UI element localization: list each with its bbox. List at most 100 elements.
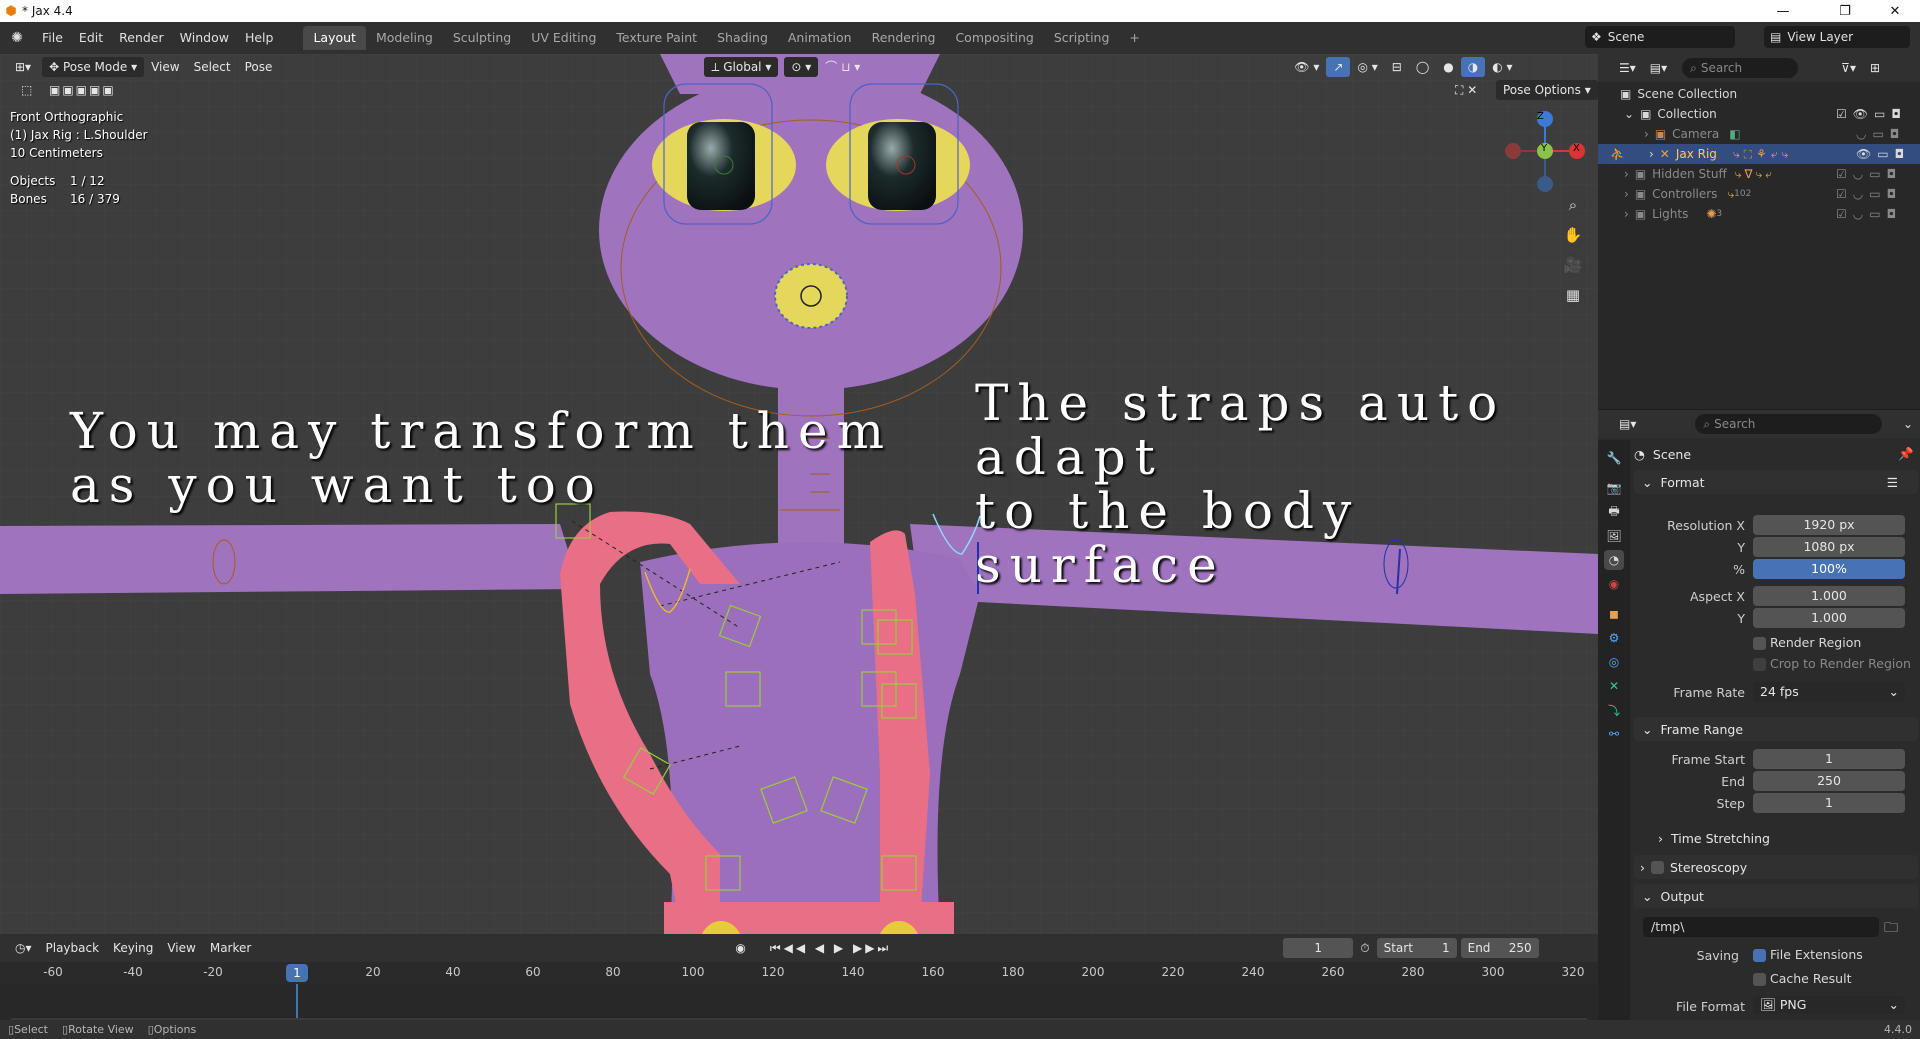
shading-solid-icon[interactable]: ● [1436, 57, 1460, 77]
crop-region-checkbox[interactable] [1753, 658, 1766, 671]
shading-wireframe-icon[interactable]: ◯ [1409, 57, 1436, 77]
modifier-tab-icon[interactable]: ⚙ [1604, 628, 1624, 648]
minimize-icon[interactable]: — [1760, 0, 1806, 22]
new-collection-icon[interactable]: ⊞ [1863, 58, 1887, 78]
orientation-dropdown[interactable]: ⟂ Global ▾ [704, 57, 779, 77]
shading-material-icon[interactable]: ◑ [1460, 57, 1486, 77]
chevron-right-icon[interactable]: › [1644, 127, 1649, 141]
stereoscopy-panel-header[interactable]: › Stereoscopy [1634, 855, 1918, 879]
tab-uv-editing[interactable]: UV Editing [521, 26, 606, 50]
aspect-x-field[interactable]: 1.000 [1753, 586, 1905, 606]
scene-selector[interactable]: ❖ Scene [1585, 26, 1735, 48]
timeline-menu-view[interactable]: View [160, 938, 202, 958]
tool-tab-icon[interactable]: 🔧 [1604, 448, 1624, 468]
frame-rate-dropdown[interactable]: 24 fps ⌄ [1753, 682, 1905, 702]
frame-end-field[interactable]: 250 [1753, 771, 1905, 791]
row-toggles[interactable]: ☑◡▭◘ [1836, 187, 1902, 201]
chevron-right-icon[interactable]: › [1624, 207, 1629, 221]
file-format-dropdown[interactable]: 🖼 PNG ⌄ [1753, 996, 1905, 1014]
tab-scripting[interactable]: Scripting [1044, 26, 1120, 50]
auto-key-icon[interactable]: ◉ [728, 938, 752, 958]
folder-icon[interactable]: 🗀 [1884, 917, 1898, 941]
editor-type-icon[interactable]: ⊞▾ [8, 57, 38, 77]
timeline-editor-type-icon[interactable]: ◷▾ [8, 938, 39, 958]
ortho-grid-icon[interactable]: ▦ [1560, 282, 1586, 308]
filter-icon[interactable]: ⊽▾ [1834, 58, 1863, 78]
pose-options-dropdown[interactable]: Pose Options ▾ [1496, 80, 1598, 100]
overlay-toggle-icon[interactable]: ◎ ▾ [1350, 57, 1384, 77]
timeline-menu-playback[interactable]: Playback [39, 938, 107, 958]
row-toggles[interactable]: ◡▭◘ [1856, 127, 1905, 141]
blender-menu-icon[interactable]: ✺ [0, 30, 34, 46]
outliner-row-scene-collection[interactable]: ▣ Scene Collection [1598, 84, 1920, 104]
row-toggles[interactable]: ☑👁▭◘ [1836, 107, 1907, 121]
mirror-icon[interactable]: ⛶ ✕ [1448, 80, 1484, 100]
row-toggles[interactable]: ☑◡▭◘ [1836, 207, 1902, 221]
menu-file[interactable]: File [34, 26, 71, 50]
menu-help[interactable]: Help [237, 26, 282, 50]
cache-result-checkbox[interactable] [1753, 973, 1766, 986]
pose-mode-icon[interactable]: ⛹ [1610, 147, 1625, 161]
gizmo-toggle-icon[interactable]: ↗ [1326, 57, 1351, 77]
menu-window[interactable]: Window [172, 26, 237, 50]
view-layer-selector[interactable]: ▤ View Layer [1764, 26, 1910, 48]
snap-icon[interactable]: ⌒ ⊔ ▾ [818, 57, 867, 77]
tab-modeling[interactable]: Modeling [366, 26, 443, 50]
tab-compositing[interactable]: Compositing [945, 26, 1043, 50]
physics-tab-icon[interactable]: ◎ [1604, 652, 1624, 672]
resolution-x-field[interactable]: 1920 px [1753, 515, 1905, 535]
outliner-row-camera[interactable]: › ▣ Camera ◧ ◡▭◘ [1598, 124, 1920, 144]
bone-constraint-tab-icon[interactable]: ⚯ [1604, 724, 1624, 744]
resolution-percent-field[interactable]: 100% [1753, 559, 1905, 579]
aspect-y-field[interactable]: 1.000 [1753, 608, 1905, 628]
tab-animation[interactable]: Animation [778, 26, 862, 50]
resolution-y-field[interactable]: 1080 px [1753, 537, 1905, 557]
current-frame-marker[interactable]: 1 [286, 964, 308, 982]
tab-texture-paint[interactable]: Texture Paint [606, 26, 707, 50]
close-icon[interactable]: ✕ [1872, 0, 1918, 22]
file-extensions-checkbox[interactable] [1753, 949, 1766, 962]
presets-icon[interactable]: ☰ [1887, 475, 1898, 490]
viewport-menu-pose[interactable]: Pose [238, 57, 280, 77]
chevron-right-icon[interactable]: › [1624, 187, 1629, 201]
pin-icon[interactable]: 📌 [1898, 446, 1914, 462]
frame-range-panel-header[interactable]: ⌄ Frame Range [1634, 717, 1918, 741]
select-tool-icon[interactable]: ⬚ [14, 80, 39, 100]
output-panel-header[interactable]: ⌄ Output [1634, 884, 1918, 908]
properties-editor-type-icon[interactable]: ▤▾ [1612, 414, 1643, 434]
chevron-down-icon[interactable]: ⌄ [1624, 107, 1634, 121]
3d-viewport[interactable]: Z Y X ⊞▾ ✥ Pose Mode ▾ View Select Pose … [0, 54, 1598, 934]
outliner-row-hidden-stuff[interactable]: › ▣ Hidden Stuff ⤷∇⤷⤶ ☑◡▭◘ [1598, 164, 1920, 184]
restore-icon[interactable]: ❐ [1822, 0, 1868, 22]
outliner-row-lights[interactable]: › ▣ Lights ✺ 3 ☑◡▭◘ [1598, 204, 1920, 224]
bone-tab-icon[interactable]: ⤵ [1604, 700, 1624, 720]
frame-ruler[interactable]: -60 -40 -20 1 20 40 60 80 100 120 140 160 180 200 220 2… [0, 962, 1598, 984]
render-tab-icon[interactable]: 📷 [1604, 478, 1624, 498]
outliner-panel[interactable]: ☰▾ ▤▾ ⌕ Search ⊽▾ ⊞ ▣ Scene Collection ⌄… [1598, 54, 1920, 409]
zoom-icon[interactable]: ⌕ [1560, 192, 1586, 218]
xray-icon[interactable]: ⊟ [1385, 57, 1409, 77]
mode-dropdown[interactable]: ✥ Pose Mode ▾ [42, 57, 145, 77]
chevron-right-icon[interactable]: › [1649, 147, 1654, 161]
output-path-input[interactable]: /tmp\ [1643, 917, 1879, 937]
playback-controls[interactable]: ⏮◀◀ ◀ ▶ ▶▶⏭ [763, 938, 898, 958]
tab-layout[interactable]: Layout [303, 26, 366, 50]
viewport-menu-select[interactable]: Select [187, 57, 238, 77]
frame-step-field[interactable]: 1 [1753, 793, 1905, 813]
row-toggles[interactable]: 👁▭◘ [1856, 147, 1910, 161]
add-workspace-button[interactable]: + [1119, 26, 1149, 50]
pan-hand-icon[interactable]: ✋ [1560, 222, 1586, 248]
format-panel-header[interactable]: ⌄ Format ☰ [1634, 470, 1918, 494]
tab-shading[interactable]: Shading [707, 26, 778, 50]
chevron-right-icon[interactable]: › [1624, 167, 1629, 181]
preview-range-icon[interactable]: ⏱ [1353, 938, 1376, 958]
row-toggles[interactable]: ☑◡▭◘ [1836, 167, 1902, 181]
visibility-icon[interactable]: 👁 ▾ [1287, 57, 1326, 77]
end-frame-field[interactable]: End 250 [1460, 938, 1539, 958]
chevron-down-icon[interactable]: ⌄ [1896, 414, 1920, 434]
current-frame-field[interactable]: 1 [1283, 938, 1354, 958]
pivot-icon[interactable]: ⊙ ▾ [784, 57, 819, 77]
selection-mode-icons[interactable]: ▣▣▣▣▣ [42, 80, 123, 100]
tab-sculpting[interactable]: Sculpting [443, 26, 521, 50]
tab-rendering[interactable]: Rendering [862, 26, 946, 50]
